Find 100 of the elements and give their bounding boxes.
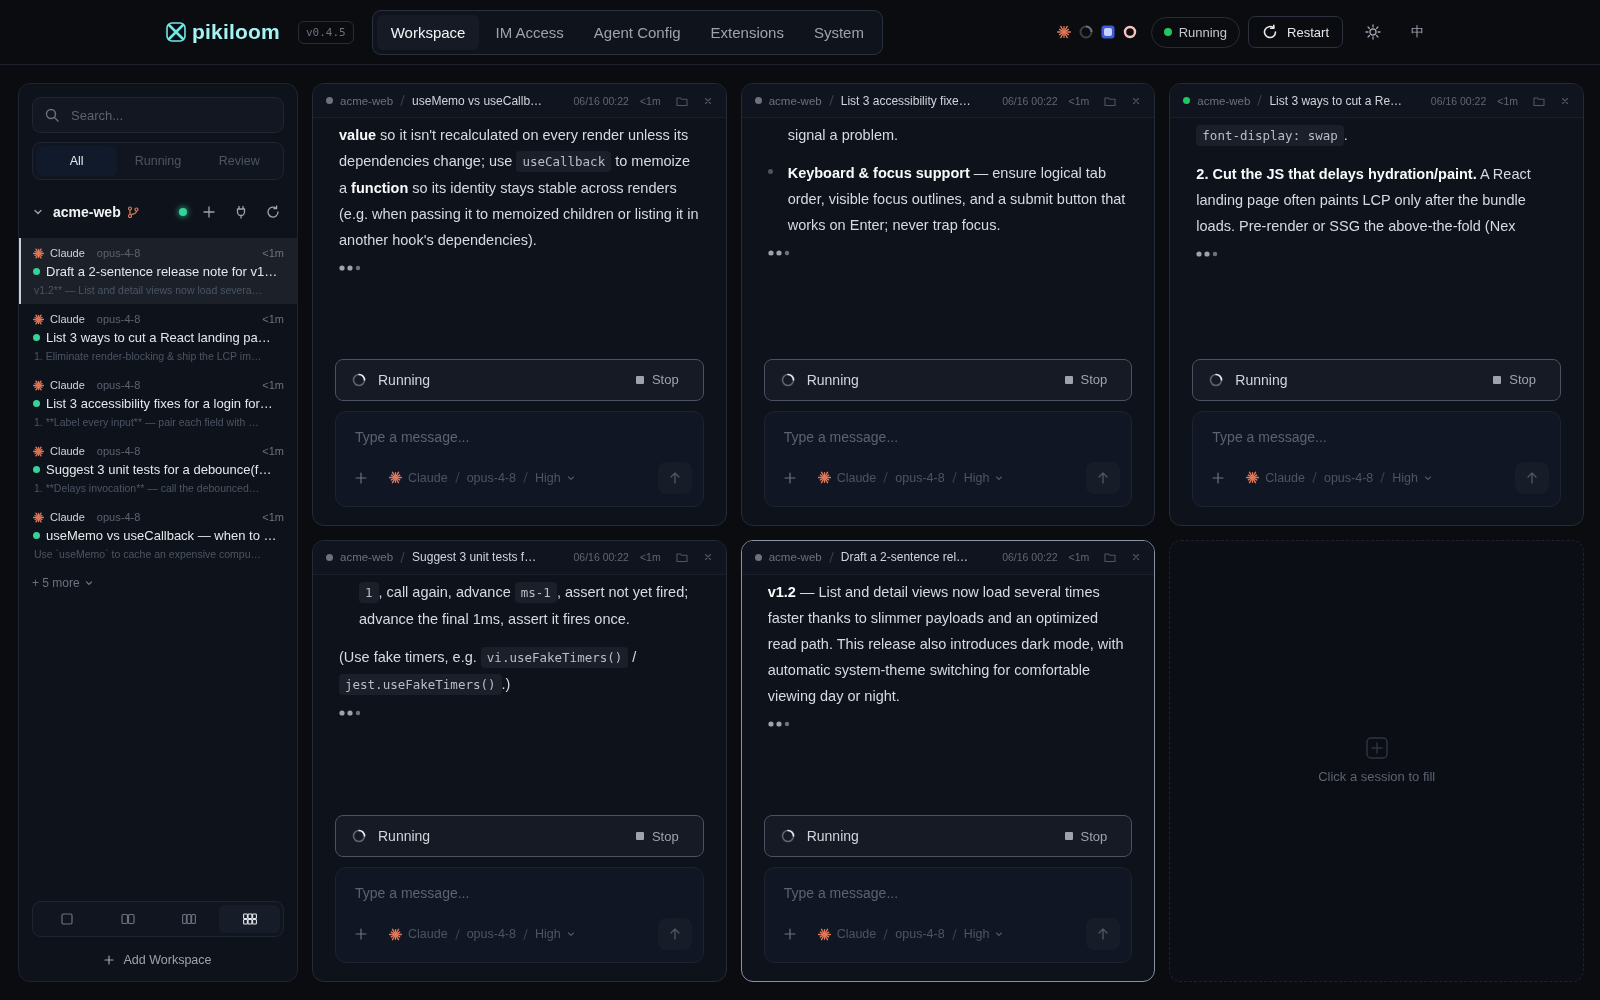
arrow-up-icon <box>1525 470 1539 485</box>
session-item[interactable]: Claude opus-4-8 <1m useMemo vs useCallback — when to … Use `useMemo` to cache an expensive compu… <box>19 502 297 568</box>
run-status: Running <box>378 828 431 844</box>
model-name: opus-4-8 <box>96 313 141 325</box>
add-icon[interactable] <box>1212 471 1225 484</box>
chevron-icon <box>1424 473 1432 482</box>
chevron-icon <box>84 579 93 587</box>
message-field[interactable]: Type a message... <box>781 868 1125 918</box>
language-button[interactable]: 中 <box>1405 17 1430 47</box>
session-date: 06/16 00:22 <box>1002 94 1058 107</box>
session-age: <1m <box>262 379 284 391</box>
session-age: <1m <box>639 551 661 563</box>
stop-button[interactable]: Stop <box>1064 828 1108 844</box>
panel-title: List 3 ways to cut a Re… <box>1269 93 1403 108</box>
starburst-icon <box>33 379 44 391</box>
search-input[interactable]: Search... <box>69 106 271 124</box>
layout-button[interactable] <box>219 905 280 933</box>
close-icon[interactable] <box>1131 552 1142 562</box>
close-icon[interactable] <box>1131 95 1142 106</box>
nav-tab[interactable]: Workspace <box>376 14 480 50</box>
add-icon <box>104 955 115 965</box>
message-field[interactable]: Type a message... <box>1210 411 1553 462</box>
add-icon[interactable] <box>355 928 367 940</box>
typing-indicator-icon <box>339 709 361 716</box>
restart-button[interactable]: Restart <box>1248 16 1343 48</box>
stop-button[interactable]: Stop <box>1493 372 1536 387</box>
bullet-icon <box>767 169 773 174</box>
stop-button[interactable]: Stop <box>635 828 679 844</box>
add-workspace-button[interactable]: Add Workspace <box>32 949 284 971</box>
branch-icon <box>126 206 139 218</box>
grid-icon <box>242 912 257 926</box>
stop-icon <box>1493 375 1502 384</box>
message-field[interactable]: Type a message... <box>353 868 696 918</box>
typing-indicator-icon <box>339 265 361 271</box>
workspace-label: acme-web <box>768 94 822 107</box>
session-age: <1m <box>262 445 284 457</box>
session-item[interactable]: Claude opus-4-8 <1m List 3 ways to cut a React landing pa… 1. Eliminate render-blocking & ship the LCP im… <box>19 304 297 370</box>
session-date: 06/16 00:22 <box>1430 94 1487 107</box>
close-icon[interactable] <box>702 552 713 562</box>
stop-button[interactable]: Stop <box>635 372 679 387</box>
stop-icon <box>635 375 644 384</box>
add-icon[interactable] <box>355 471 367 484</box>
nav-tab[interactable]: Extensions <box>696 14 798 50</box>
three-column-icon <box>181 912 196 926</box>
close-icon[interactable] <box>702 95 713 106</box>
folder-icon[interactable] <box>1104 94 1117 107</box>
run-status: Running <box>806 828 859 844</box>
refresh-icon[interactable] <box>266 205 280 219</box>
session-item[interactable]: Claude opus-4-8 <1m Suggest 3 unit tests for a debounce(f… 1. **Delays invocation** — call the debounced… <box>19 436 297 502</box>
typing-indicator-icon <box>1196 251 1219 257</box>
chevron-icon <box>566 930 575 938</box>
send-button[interactable] <box>657 461 692 494</box>
agent-name: Claude <box>50 247 85 259</box>
refresh-icon <box>1262 24 1279 40</box>
folder-icon[interactable] <box>1533 94 1545 107</box>
logo-icon <box>165 21 187 43</box>
spinner-icon <box>780 372 795 387</box>
stop-icon <box>1064 832 1073 840</box>
workspace-name[interactable]: acme-web <box>53 204 121 220</box>
plug-icon[interactable] <box>234 205 248 219</box>
panel-title: Suggest 3 unit tests f… <box>412 550 537 564</box>
stop-button[interactable]: Stop <box>1064 372 1108 387</box>
chevron-icon[interactable] <box>33 207 43 217</box>
starburst-icon <box>817 927 831 941</box>
send-button[interactable] <box>1086 461 1121 494</box>
add-icon[interactable] <box>783 928 796 940</box>
message-text: 2. Cut the JS that delays hydration/paint. A React landing page often paints LCP only after the bundle loads. Pre-render or SSG the above-the-fold (Nex <box>1196 165 1532 236</box>
folder-icon[interactable] <box>1104 551 1117 563</box>
add-icon[interactable] <box>783 471 796 484</box>
add-icon[interactable] <box>202 205 216 219</box>
show-more-button[interactable]: + 5 more <box>32 576 93 590</box>
folder-icon[interactable] <box>675 551 688 563</box>
empty-slot-hint: Click a session to fill <box>1318 769 1436 785</box>
nav-tab[interactable]: IM Access <box>481 14 578 50</box>
session-preview: 1. **Delays invocation** — call the debounced… <box>33 482 261 494</box>
session-item[interactable]: Claude opus-4-8 <1m List 3 accessibility fixes for a login for… 1. **Label every input** — pair each field with … <box>19 370 297 436</box>
close-icon[interactable] <box>1560 95 1570 106</box>
message-field[interactable]: Type a message... <box>781 411 1125 462</box>
send-button[interactable] <box>657 918 692 950</box>
message-field[interactable]: Type a message... <box>353 411 696 462</box>
agent-name: Claude <box>50 313 85 325</box>
spinner-icon <box>352 372 366 387</box>
workspace-label: acme-web <box>768 551 822 563</box>
session-title: List 3 accessibility fixes for a login for… <box>46 396 273 411</box>
spinner-icon <box>1078 25 1093 39</box>
send-button[interactable] <box>1086 918 1121 950</box>
typing-indicator-icon <box>767 720 790 727</box>
send-button[interactable] <box>1515 461 1549 494</box>
search-field[interactable]: Search... <box>32 97 284 133</box>
folder-icon[interactable] <box>675 94 688 107</box>
panel-title: Draft a 2-sentence rel… <box>840 550 969 564</box>
nav-tab[interactable]: Agent Config <box>579 14 695 50</box>
ring-icon <box>1122 25 1137 39</box>
spinner-icon <box>1209 372 1224 387</box>
stop-icon <box>1064 375 1073 384</box>
session-title: Suggest 3 unit tests for a debounce(f… <box>46 462 272 477</box>
status-label: Running <box>1178 24 1228 40</box>
filter-tab[interactable]: All <box>36 146 118 176</box>
message-text: value so it isn't recalculated on every render unless its dependencies change; use useCallback to memoize a function so its identity stays stable across renders (e.g. when passing it to memoized children or listing it in another hook's dependencies). <box>339 126 700 250</box>
nav-tab[interactable]: System <box>799 14 878 50</box>
